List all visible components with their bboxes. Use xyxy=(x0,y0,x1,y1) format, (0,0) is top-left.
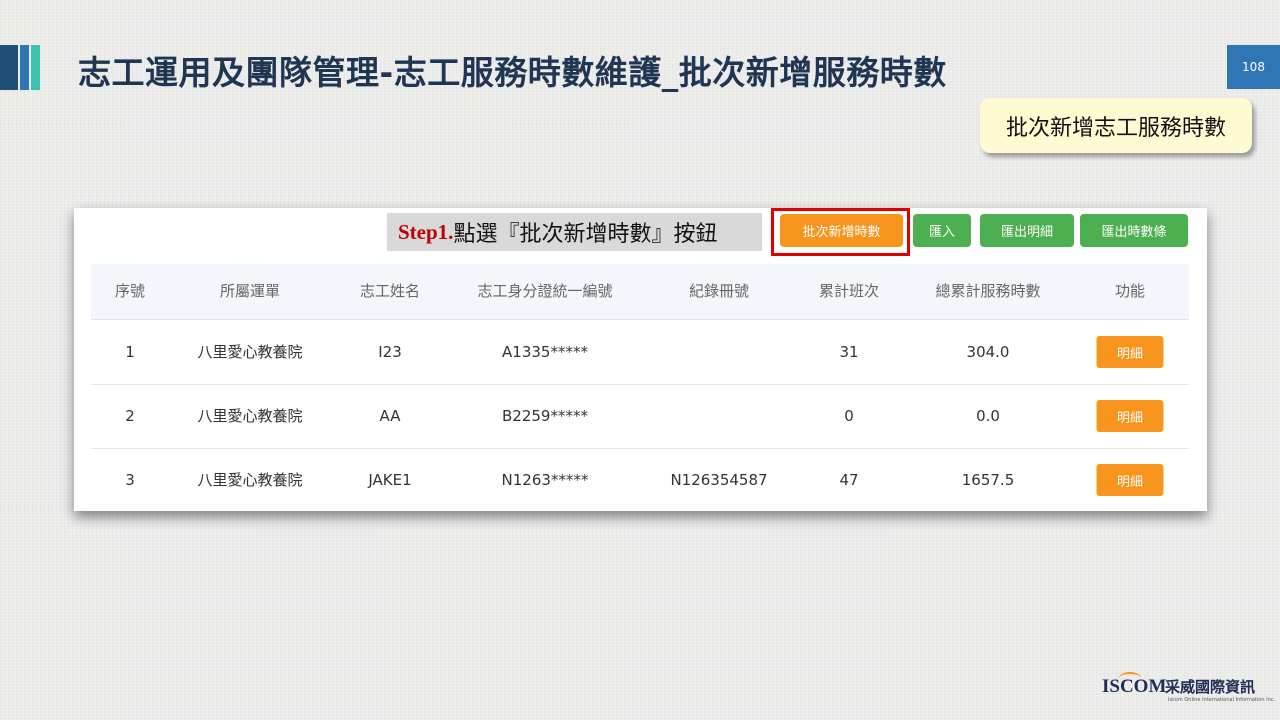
logo-chinese: 采威國際資訊 xyxy=(1165,678,1256,696)
step-number: Step1. xyxy=(398,219,454,244)
step-text: 點選『批次新增時數』按鈕 xyxy=(453,222,718,247)
cell-hours: 0.0 xyxy=(976,407,1000,425)
detail-button[interactable]: 明細 xyxy=(1096,336,1164,368)
logo-text: ISCOM xyxy=(1102,676,1167,697)
cell-name: I23 xyxy=(378,343,402,361)
cell-id: N1263***** xyxy=(501,471,589,489)
header-id: 志工身分證統一編號 xyxy=(477,282,613,300)
cell-record: N126354587 xyxy=(670,471,768,489)
cell-no: 3 xyxy=(125,471,135,489)
cell-hours: 1657.5 xyxy=(961,471,1015,489)
table-row: 1 八里愛心教養院 I23 A1335***** 31 304.0 明細 xyxy=(91,320,1189,385)
cell-hours: 304.0 xyxy=(966,343,1010,361)
header-shifts: 累計班次 xyxy=(818,282,880,300)
cell-unit: 八里愛心教養院 xyxy=(197,471,303,489)
detail-button[interactable]: 明細 xyxy=(1096,400,1164,432)
page-number: 108 xyxy=(1227,45,1280,89)
header-name: 志工姓名 xyxy=(359,282,421,300)
header-actions: 功能 xyxy=(1114,282,1146,300)
cell-shifts: 0 xyxy=(844,407,854,425)
cell-no: 2 xyxy=(125,407,135,425)
callout-note: 批次新增志工服務時數 xyxy=(980,98,1252,153)
accent-bar-blue xyxy=(20,45,29,90)
cell-unit: 八里愛心教養院 xyxy=(197,407,303,425)
cell-unit: 八里愛心教養院 xyxy=(197,343,303,361)
cell-shifts: 47 xyxy=(839,471,859,489)
cell-id: B2259***** xyxy=(502,407,588,425)
step-instruction: Step1. 點選『批次新增時數』按鈕 xyxy=(387,213,762,251)
export-detail-button[interactable]: 匯出明細 xyxy=(980,214,1074,247)
detail-button[interactable]: 明細 xyxy=(1096,464,1164,496)
cell-no: 1 xyxy=(125,343,135,361)
cell-shifts: 31 xyxy=(839,343,859,361)
header-hours: 總累計服務時數 xyxy=(935,282,1041,300)
table-row: 3 八里愛心教養院 JAKE1 N1263***** N126354587 47… xyxy=(91,448,1189,512)
import-button[interactable]: 匯入 xyxy=(913,214,971,247)
highlight-box xyxy=(771,208,910,256)
header-unit: 所屬運單 xyxy=(219,282,281,300)
cell-name: JAKE1 xyxy=(368,471,412,489)
table-header: 序號 所屬運單 志工姓名 志工身分證統一編號 紀錄冊號 累計班次 總累計服務時數… xyxy=(91,264,1189,320)
header-record: 紀錄冊號 xyxy=(688,282,750,300)
cell-name: AA xyxy=(379,407,401,425)
accent-bar-teal xyxy=(31,45,40,90)
accent-bar-dark-blue xyxy=(0,45,18,90)
header-no: 序號 xyxy=(114,282,146,300)
table-row: 2 八里愛心教養院 AA B2259***** 0 0.0 明細 xyxy=(91,384,1189,449)
export-hours-slip-button[interactable]: 匯出時數條 xyxy=(1080,214,1188,247)
cell-id: A1335***** xyxy=(502,343,588,361)
slide-title: 志工運用及團隊管理-志工服務時數維護_批次新增服務時數 xyxy=(78,53,947,92)
logo-subtitle: Iscom Online International Information I… xyxy=(1168,697,1276,703)
